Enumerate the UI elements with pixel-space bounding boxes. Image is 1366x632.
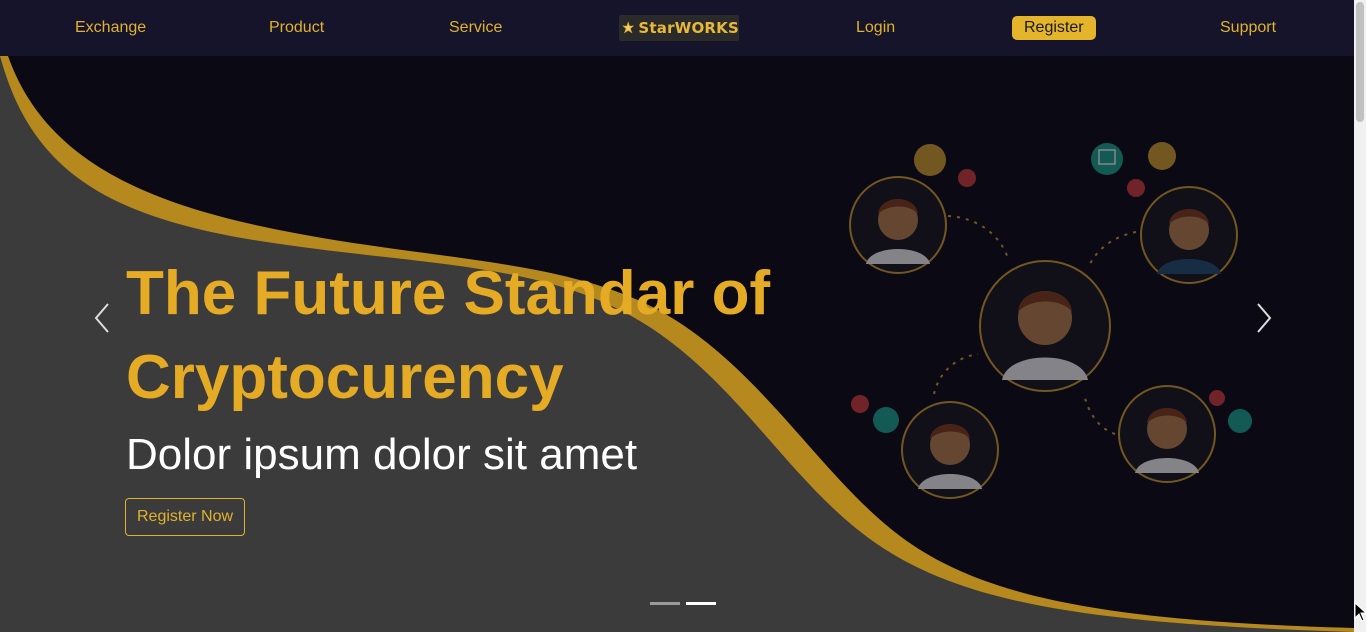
hero-subtitle: Dolor ipsum dolor sit amet (126, 430, 638, 479)
brand-logo-text: StarWORKS (638, 19, 739, 37)
scrollbar-thumb[interactable] (1356, 2, 1364, 122)
hero-title: The Future Standar of Cryptocurency (126, 259, 771, 412)
register-now-button[interactable]: Register Now (125, 498, 245, 536)
chevron-right-icon[interactable] (1252, 300, 1276, 336)
brand-logo[interactable]: StarWORKS (619, 15, 739, 41)
mouse-cursor-icon (1354, 602, 1366, 622)
nav-product[interactable]: Product (269, 16, 324, 40)
nav-register-button[interactable]: Register (1012, 16, 1096, 40)
nav-service[interactable]: Service (449, 16, 502, 40)
star-logo-icon (622, 21, 635, 34)
chevron-left-icon[interactable] (90, 300, 114, 336)
hero-carousel: The Future Standar of Cryptocurency Dolo… (0, 56, 1354, 632)
carousel-indicator-1[interactable] (650, 602, 680, 605)
page-scrollbar[interactable] (1354, 0, 1366, 632)
nav-login[interactable]: Login (856, 16, 895, 40)
nav-support[interactable]: Support (1220, 16, 1276, 40)
nav-exchange[interactable]: Exchange (75, 16, 146, 40)
top-navbar: Exchange Product Service StarWORKS Login… (0, 0, 1354, 56)
carousel-indicator-2-active[interactable] (686, 602, 716, 605)
people-network-illustration (849, 142, 1252, 499)
